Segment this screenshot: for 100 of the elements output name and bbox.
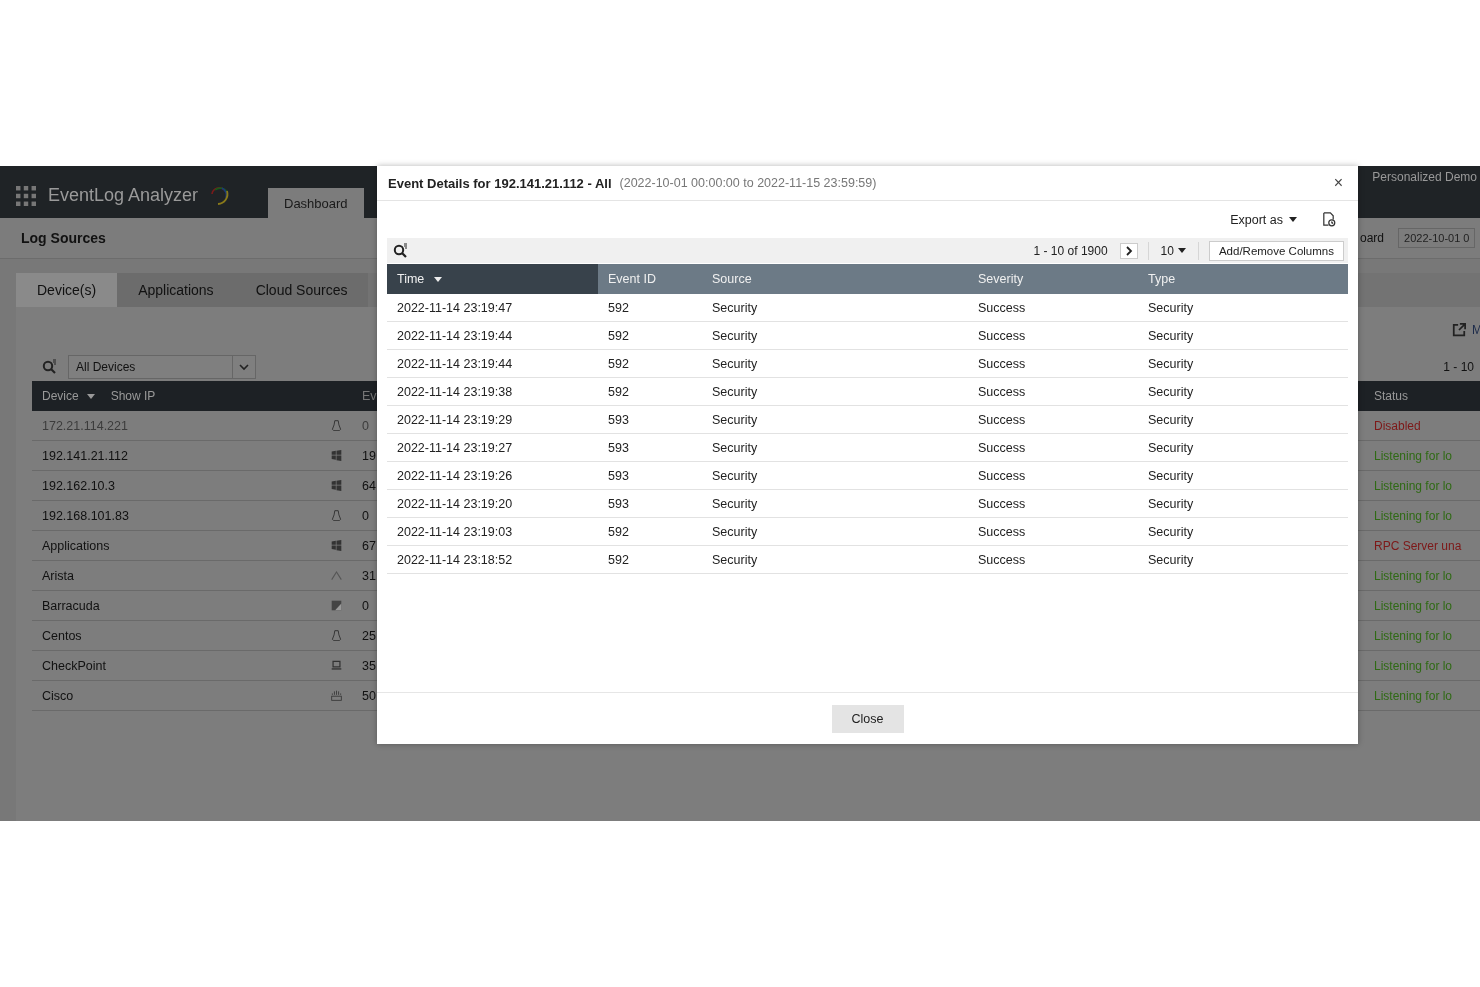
- device-name[interactable]: Arista: [42, 568, 74, 583]
- export-dropdown[interactable]: Export as: [1224, 211, 1303, 228]
- table-cell-text: Success: [977, 300, 1027, 315]
- table-cell-text: 592: [607, 300, 630, 315]
- table-cell-text: Security: [1147, 468, 1195, 483]
- table-cell-text: Security: [711, 328, 759, 343]
- event-count: 25: [361, 628, 377, 643]
- close-button[interactable]: Close: [831, 704, 904, 733]
- table-cell-text: Security: [1147, 384, 1195, 399]
- device-name[interactable]: Applications: [42, 538, 110, 553]
- column-header[interactable]: Time: [387, 264, 598, 294]
- table-cell-text: Security: [1147, 552, 1195, 567]
- device-name[interactable]: 192.168.101.83: [42, 508, 129, 523]
- column-header: Ev: [361, 389, 377, 403]
- table-cell-text: Security: [711, 412, 759, 427]
- header-label: oard: [1360, 231, 1385, 245]
- table-cell-text: 2022-11-14 23:18:52: [396, 552, 514, 567]
- table-cell-text: 2022-11-14 23:19:27: [396, 440, 514, 455]
- table-cell-text: Security: [1147, 440, 1195, 455]
- device-name[interactable]: Centos: [42, 628, 82, 643]
- table-cell-text: 2022-11-14 23:19:47: [396, 300, 514, 315]
- table-cell-text: 2022-11-14 23:19:38: [396, 384, 514, 399]
- status-text: Listening for lo: [1374, 628, 1454, 643]
- table-cell-text: 592: [607, 552, 630, 567]
- status-text: Listening for lo: [1374, 478, 1454, 493]
- table-cell-text: Security: [711, 552, 759, 567]
- chevron-down-icon: [239, 361, 249, 372]
- nav-tab[interactable]: Dashboard: [268, 188, 364, 218]
- logo-swirl-icon: [210, 185, 231, 206]
- page-size-dropdown[interactable]: 10: [1158, 243, 1188, 258]
- table-cell-text: Success: [977, 384, 1027, 399]
- status-text: Listening for lo: [1374, 448, 1454, 463]
- table-cell-text: 592: [607, 328, 630, 343]
- table-cell-text: Success: [977, 440, 1027, 455]
- table-cell-text: Security: [711, 468, 759, 483]
- table-cell-text: Success: [977, 356, 1027, 371]
- pagination-text: 1 - 10: [1443, 359, 1475, 374]
- event-count: 19: [361, 448, 377, 463]
- event-count: 50: [361, 688, 377, 703]
- source-tab[interactable]: Applications: [117, 273, 235, 307]
- table-cell-text: Success: [977, 412, 1027, 427]
- show-ip-link[interactable]: Show IP: [110, 389, 156, 403]
- table-cell-text: Security: [711, 496, 759, 511]
- column-header[interactable]: Event ID: [598, 264, 702, 294]
- status-text: Listening for lo: [1374, 658, 1454, 673]
- sort-caret-icon[interactable]: [86, 393, 95, 399]
- demo-label: Personalized Demo: [1372, 169, 1478, 184]
- column-header[interactable]: Source: [702, 264, 968, 294]
- table-cell-text: 2022-11-14 23:19:44: [396, 328, 514, 343]
- table-cell-text: Success: [977, 552, 1027, 567]
- event-count: 67: [361, 538, 377, 553]
- table-cell-text: Success: [977, 328, 1027, 343]
- table-cell-text: Security: [1147, 356, 1195, 371]
- close-button[interactable]: ×: [1329, 174, 1347, 192]
- device-name[interactable]: Cisco: [42, 688, 74, 703]
- page-title: Log Sources: [21, 230, 106, 246]
- column-header[interactable]: Type: [1138, 264, 1348, 294]
- status-text: Listening for lo: [1374, 508, 1454, 523]
- device-name[interactable]: 192.141.21.112: [42, 448, 128, 463]
- external-link-icon[interactable]: [1452, 323, 1466, 337]
- product-name: EventLog Analyzer: [48, 185, 199, 206]
- source-tab[interactable]: Cloud Sources: [234, 273, 369, 307]
- device-name[interactable]: 192.162.10.3: [42, 478, 115, 493]
- add-remove-columns-button[interactable]: Add/Remove Columns: [1208, 240, 1344, 261]
- device-filter-dropdown[interactable]: All Devices: [68, 354, 256, 379]
- device-name[interactable]: CheckPoint: [42, 658, 106, 673]
- table-cell-text: 593: [607, 496, 630, 511]
- table-cell-text: Security: [1147, 412, 1195, 427]
- table-cell-text: 2022-11-14 23:19:44: [396, 356, 514, 371]
- event-count: 0: [361, 418, 370, 433]
- source-tab[interactable]: Device(s): [16, 273, 118, 307]
- table-cell-text: Success: [977, 496, 1027, 511]
- status-text: Listening for lo: [1374, 568, 1454, 583]
- column-header[interactable]: Severity: [968, 264, 1138, 294]
- document-clock-icon[interactable]: [1321, 212, 1336, 227]
- next-page-button[interactable]: [1119, 242, 1138, 259]
- table-cell-text: 592: [607, 356, 630, 371]
- event-count: 0: [361, 508, 370, 523]
- table-cell-text: Security: [711, 440, 759, 455]
- table-cell-text: 2022-11-14 23:19:26: [396, 468, 514, 483]
- search-icon[interactable]: [393, 242, 409, 259]
- status-text: Listening for lo: [1374, 598, 1454, 613]
- table-cell-text: Success: [977, 468, 1027, 483]
- table-cell-text: 2022-11-14 23:19:20: [396, 496, 514, 511]
- date-range-field[interactable]: 2022-10-01 0: [1398, 228, 1476, 248]
- caret-icon: [1177, 248, 1186, 253]
- device-name[interactable]: Barracuda: [42, 598, 100, 613]
- event-count: 35: [361, 658, 377, 673]
- table-cell-text: 593: [607, 440, 630, 455]
- table-cell-text: 593: [607, 412, 630, 427]
- table-cell-text: 592: [607, 384, 630, 399]
- chevron-right-icon: [1123, 245, 1134, 256]
- event-count: 64: [361, 478, 377, 493]
- status-text: RPC Server una: [1374, 538, 1463, 553]
- device-column-header[interactable]: Device: [42, 389, 79, 403]
- table-cell-text: 593: [607, 468, 630, 483]
- sort-caret-icon: [434, 276, 443, 282]
- table-cell-text: Security: [711, 524, 759, 539]
- app-grid-icon[interactable]: [16, 185, 36, 206]
- table-cell-text: Security: [1147, 496, 1195, 511]
